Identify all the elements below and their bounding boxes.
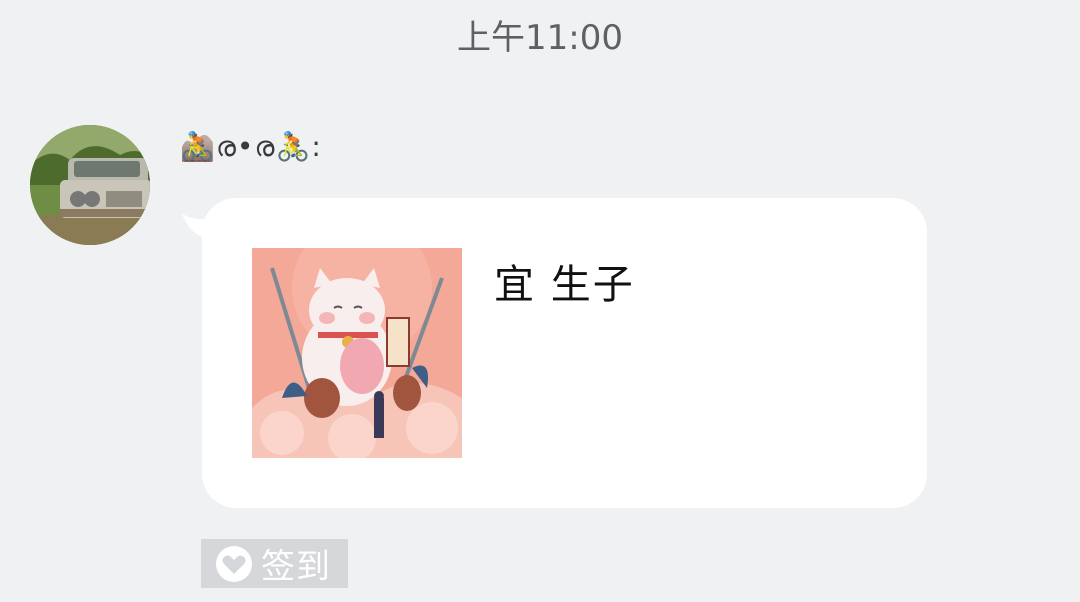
car-photo-icon [30,125,150,245]
checkin-label: 签到 [261,547,331,587]
card-image[interactable] [252,248,462,458]
sender-avatar[interactable] [30,125,150,245]
checkin-button[interactable]: 签到 [201,539,348,588]
card-title: 宜 生子 [494,262,635,308]
lucky-cat-illustration-icon [252,248,462,458]
chat-timestamp: 上午11:00 [457,18,623,58]
sender-name: 🚵ര•ര🚴: [180,130,322,163]
heart-icon [215,545,253,583]
